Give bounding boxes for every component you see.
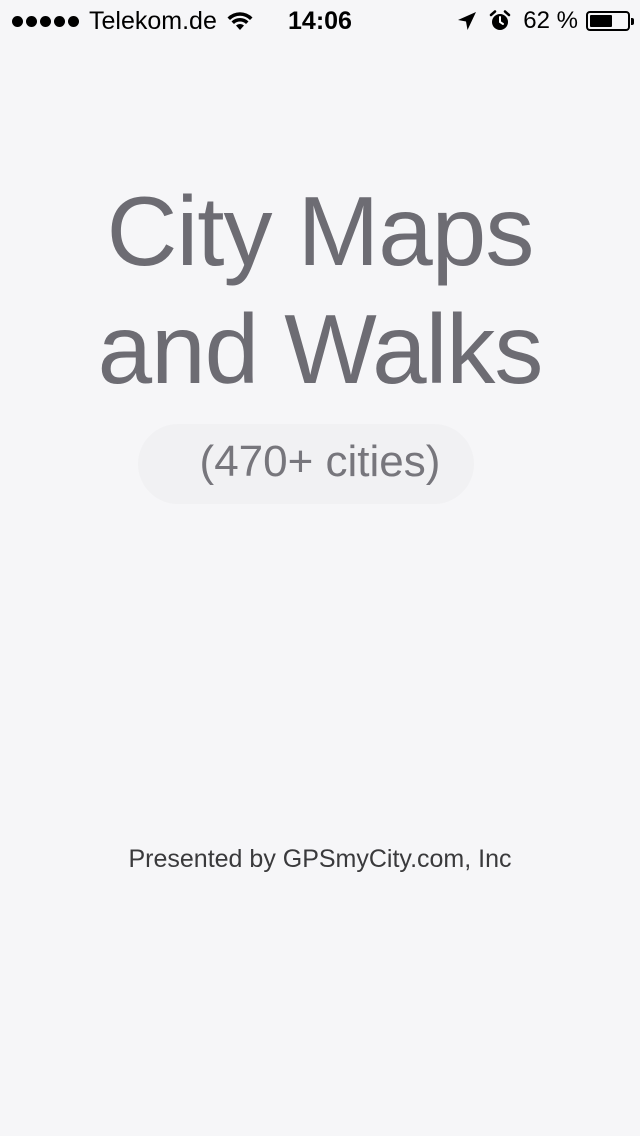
app-title-line-1: City Maps: [106, 176, 535, 286]
alarm-clock-icon: [489, 10, 511, 32]
location-arrow-icon: [457, 11, 477, 31]
battery-icon: [586, 11, 634, 31]
city-count-subtitle: (470+ cities): [199, 437, 441, 486]
status-right: 62 %: [457, 6, 634, 36]
publisher-credit: Presented by GPSmyCity.com, Inc: [128, 845, 512, 873]
battery-percent: 62 %: [523, 7, 578, 34]
app-title-line-2: and Walks: [97, 294, 544, 404]
status-bar: Telekom.de 14:06 62 %: [0, 0, 640, 40]
battery-level-fill: [590, 15, 612, 27]
app-title: City Maps and Walks: [0, 172, 640, 408]
